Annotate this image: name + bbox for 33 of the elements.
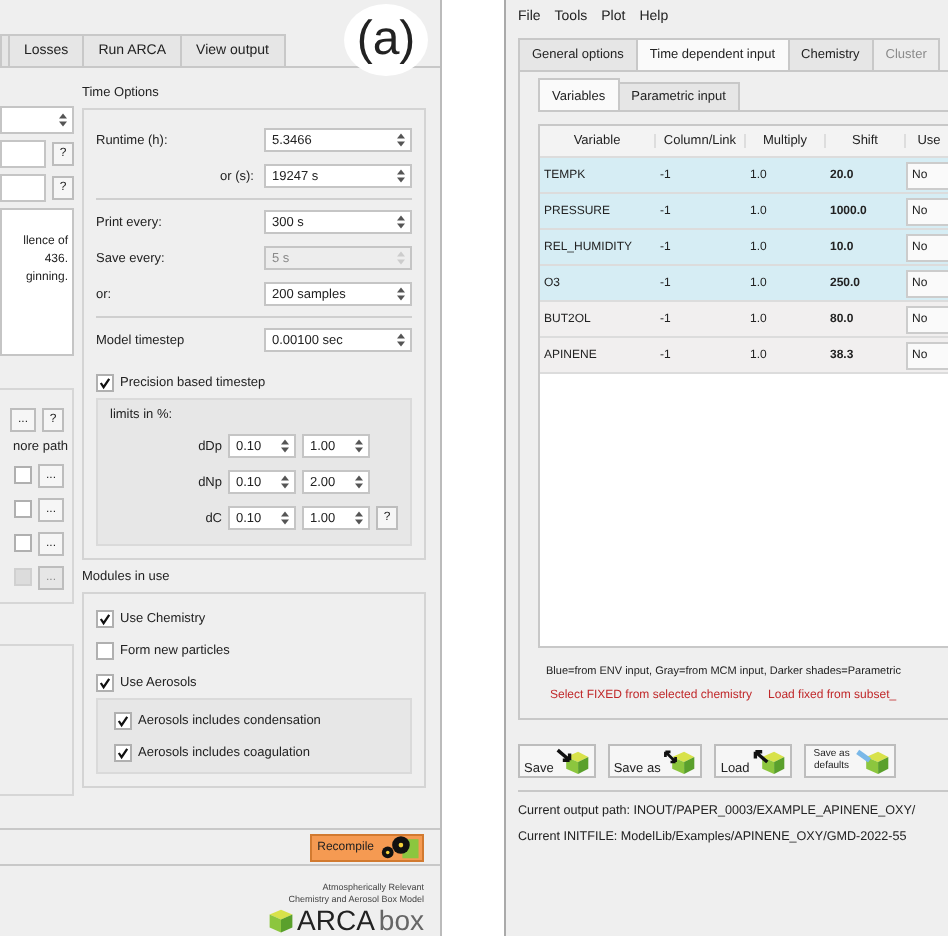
checkbox[interactable] bbox=[14, 500, 32, 518]
checkbox[interactable] bbox=[96, 641, 114, 659]
spinner-icon bbox=[280, 438, 290, 454]
checkbox[interactable] bbox=[114, 743, 132, 761]
cube-icon bbox=[267, 907, 294, 933]
spinner-icon bbox=[58, 111, 68, 127]
spinner-icon bbox=[396, 214, 406, 230]
gears-icon bbox=[376, 833, 420, 861]
spinner-icon bbox=[354, 510, 364, 526]
cube-arrow-icon bbox=[555, 748, 590, 776]
spin-field[interactable] bbox=[0, 105, 74, 133]
input-field[interactable] bbox=[0, 173, 46, 201]
spinner-icon bbox=[396, 132, 406, 148]
logo-name: ARCA bbox=[297, 904, 375, 936]
spinner-icon bbox=[396, 332, 406, 348]
spinner-icon bbox=[280, 510, 290, 526]
checkbox[interactable] bbox=[96, 673, 114, 691]
cube-icon bbox=[855, 748, 890, 776]
input-field[interactable] bbox=[0, 139, 46, 167]
spinner-icon bbox=[354, 474, 364, 490]
spinner-icon bbox=[396, 286, 406, 302]
spinner-icon bbox=[396, 168, 406, 184]
spinner-icon bbox=[354, 438, 364, 454]
checkbox[interactable] bbox=[14, 534, 32, 552]
spinner-icon bbox=[396, 250, 406, 266]
checkbox[interactable] bbox=[96, 609, 114, 627]
cube-arrow-icon bbox=[751, 748, 786, 776]
checkbox[interactable] bbox=[14, 466, 32, 484]
checkbox[interactable] bbox=[96, 373, 114, 391]
spinner-icon bbox=[280, 474, 290, 490]
cube-arrow-icon bbox=[662, 748, 697, 776]
logo-suffix: box bbox=[378, 904, 424, 936]
checkbox[interactable] bbox=[114, 711, 132, 729]
